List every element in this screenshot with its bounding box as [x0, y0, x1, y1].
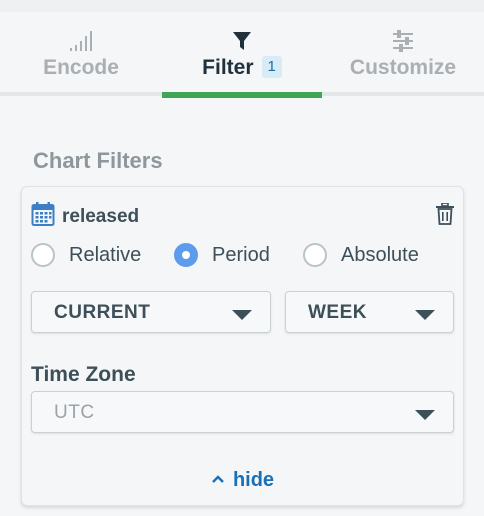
period-unit-select[interactable]: WEEK — [285, 291, 454, 333]
timezone-label: Time Zone — [31, 363, 136, 386]
filter-card: released Relative Period Absolute CURREN… — [21, 186, 464, 506]
period-unit: WEEK — [308, 302, 367, 323]
period-value: CURRENT — [54, 302, 151, 323]
chevron-down-icon — [415, 310, 435, 320]
timezone-value: UTC — [54, 402, 95, 423]
hide-label: hide — [232, 469, 275, 491]
top-strip — [0, 0, 484, 12]
radio-absolute[interactable]: Absolute — [303, 243, 419, 267]
tab-encode[interactable]: Encode — [0, 12, 162, 98]
tab-customize-label: Customize — [349, 56, 457, 79]
tab-filter-label: Filter — [202, 56, 254, 79]
section-title: Chart Filters — [33, 148, 163, 173]
chevron-down-icon — [232, 310, 252, 320]
chevron-down-icon — [415, 410, 435, 420]
timezone-select[interactable]: UTC — [31, 391, 454, 433]
funnel-icon — [231, 30, 253, 52]
signal-bars-icon — [68, 30, 94, 52]
filter-field-header: released — [31, 201, 139, 232]
radio-relative-label: Relative — [69, 243, 142, 266]
chevron-up-icon — [211, 467, 225, 490]
hide-link[interactable]: hide — [22, 467, 463, 492]
radio-period[interactable]: Period — [174, 243, 270, 267]
tab-encode-label: Encode — [43, 56, 119, 79]
period-value-select[interactable]: CURRENT — [31, 291, 271, 333]
radio-absolute-label: Absolute — [341, 243, 419, 266]
radio-period-circle[interactable] — [174, 243, 198, 267]
filter-mode-radio-group: Relative Period Absolute — [22, 243, 463, 275]
radio-period-label: Period — [212, 243, 270, 266]
radio-relative-circle[interactable] — [31, 243, 55, 267]
sliders-icon — [391, 30, 415, 52]
field-name: released — [62, 205, 140, 227]
filter-count-badge: 1 — [261, 56, 282, 78]
active-tab-indicator — [162, 92, 322, 98]
tab-filter[interactable]: Filter 1 — [162, 12, 322, 98]
calendar-icon — [31, 201, 55, 232]
trash-icon[interactable] — [435, 202, 455, 230]
radio-relative[interactable]: Relative — [31, 243, 141, 267]
tab-bar: Encode Filter 1 Customize — [0, 12, 484, 98]
radio-absolute-circle[interactable] — [303, 243, 327, 267]
tab-customize[interactable]: Customize — [322, 12, 484, 98]
